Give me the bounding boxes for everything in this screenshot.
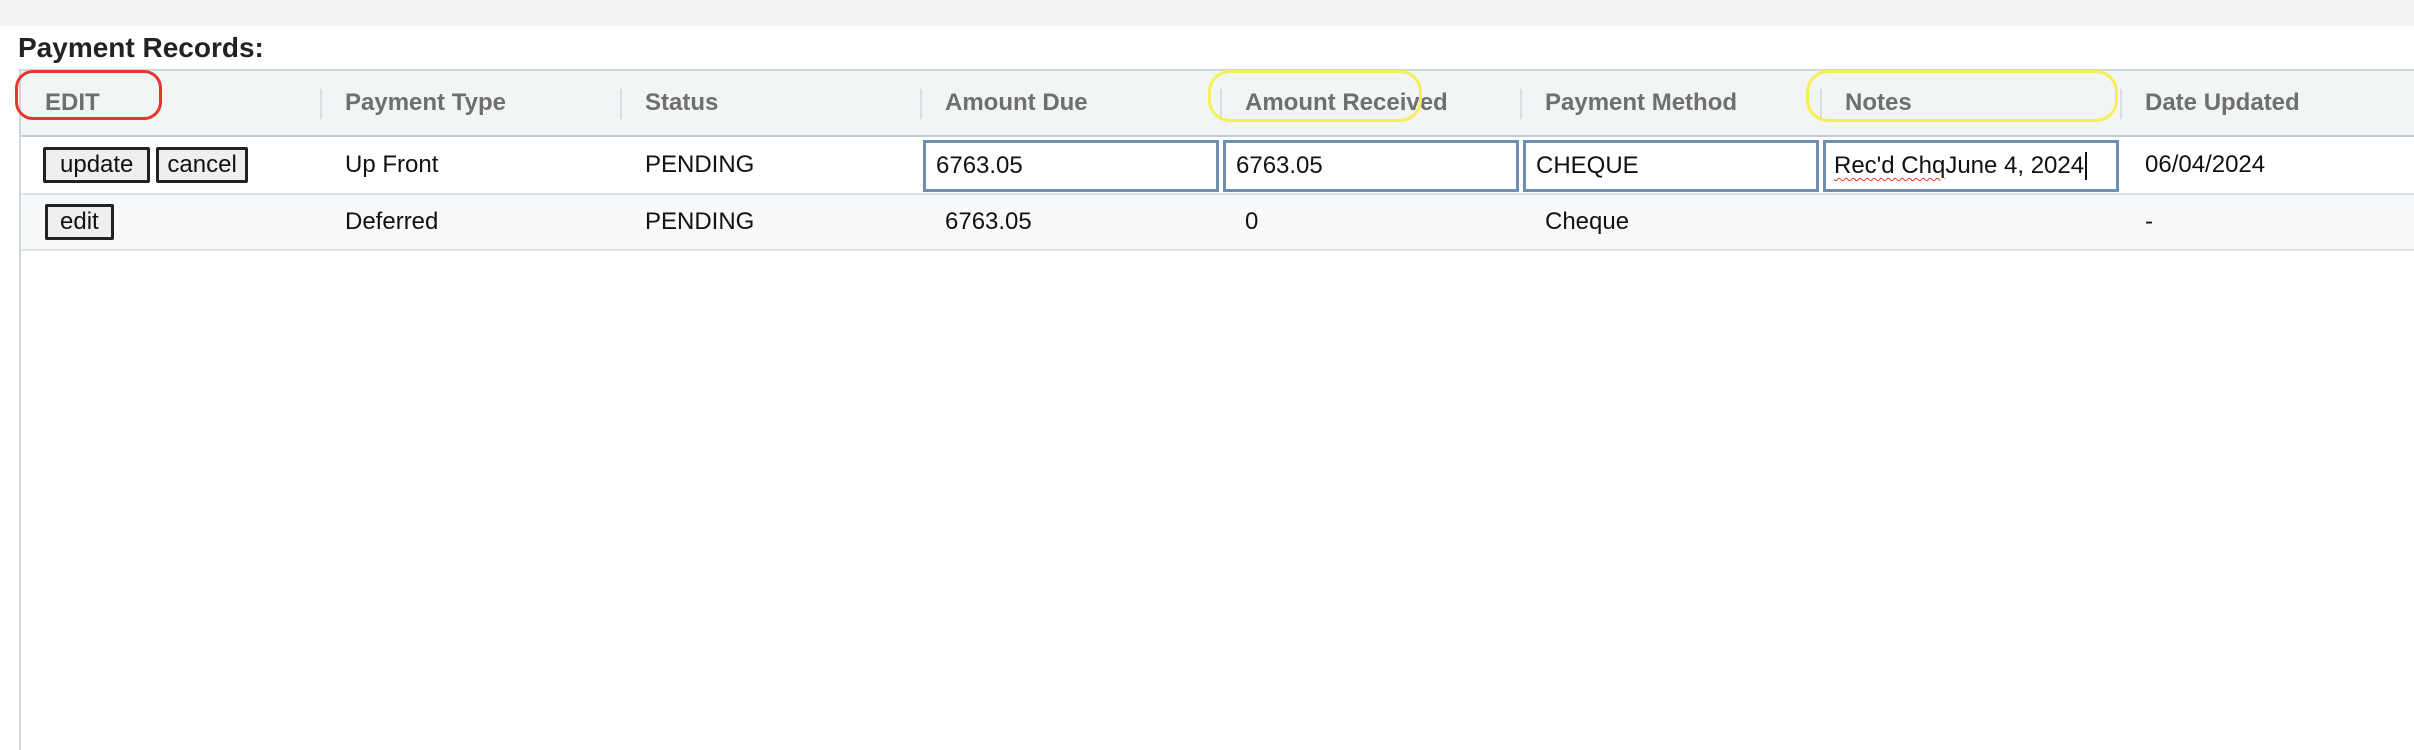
payment-method-cell: Cheque [1545, 208, 1630, 235]
payment-type-cell: Deferred [345, 208, 439, 235]
column-header-notes: Notes [1845, 89, 1912, 116]
notes-text: June 4, 2024 [1945, 152, 2085, 179]
date-updated-cell: 06/04/2024 [2145, 151, 2266, 178]
column-header-payment-type: Payment Type [345, 89, 506, 116]
section-title: Payment Records: [18, 32, 264, 63]
top-bar [0, 0, 2414, 26]
column-header-amount-due: Amount Due [945, 89, 1088, 116]
status-cell: PENDING [645, 208, 755, 235]
amount-due-cell: 6763.05 [945, 208, 1032, 235]
column-header-payment-method: Payment Method [1545, 89, 1738, 116]
notes-cell [1821, 195, 2121, 249]
amount-received-input[interactable]: 6763.05 [1223, 140, 1519, 192]
date-updated-cell: - [2145, 208, 2153, 235]
notes-text-misspelled: Rec'd Chq [1834, 152, 1946, 179]
amount-due-input[interactable]: 6763.05 [923, 140, 1219, 192]
column-header-amount-received: Amount Received [1245, 89, 1448, 116]
table-row-editing: update cancel Up Front PENDING 6763.05 6… [21, 137, 2414, 195]
payment-method-input[interactable]: CHEQUE [1523, 140, 1819, 192]
payment-records-table: EDIT Payment Type Status Amount Due Amou… [19, 69, 2414, 750]
payment-type-cell: Up Front [345, 151, 439, 178]
column-header-status: Status [645, 89, 719, 116]
cancel-button[interactable]: cancel [156, 147, 248, 183]
column-header-date-updated: Date Updated [2145, 89, 2300, 116]
column-header-edit: EDIT [45, 89, 100, 116]
notes-input[interactable]: Rec'd Chq June 4, 2024 [1823, 140, 2119, 192]
amount-received-cell: 0 [1245, 208, 1259, 235]
edit-cell: update cancel [21, 137, 321, 193]
status-cell: PENDING [645, 151, 755, 178]
edit-button[interactable]: edit [45, 204, 114, 240]
table-row: edit Deferred PENDING 6763.05 0 Cheque - [21, 195, 2414, 251]
text-caret [2085, 152, 2088, 180]
update-button[interactable]: update [43, 147, 151, 183]
edit-cell: edit [21, 195, 321, 249]
table-header: EDIT Payment Type Status Amount Due Amou… [21, 71, 2414, 137]
